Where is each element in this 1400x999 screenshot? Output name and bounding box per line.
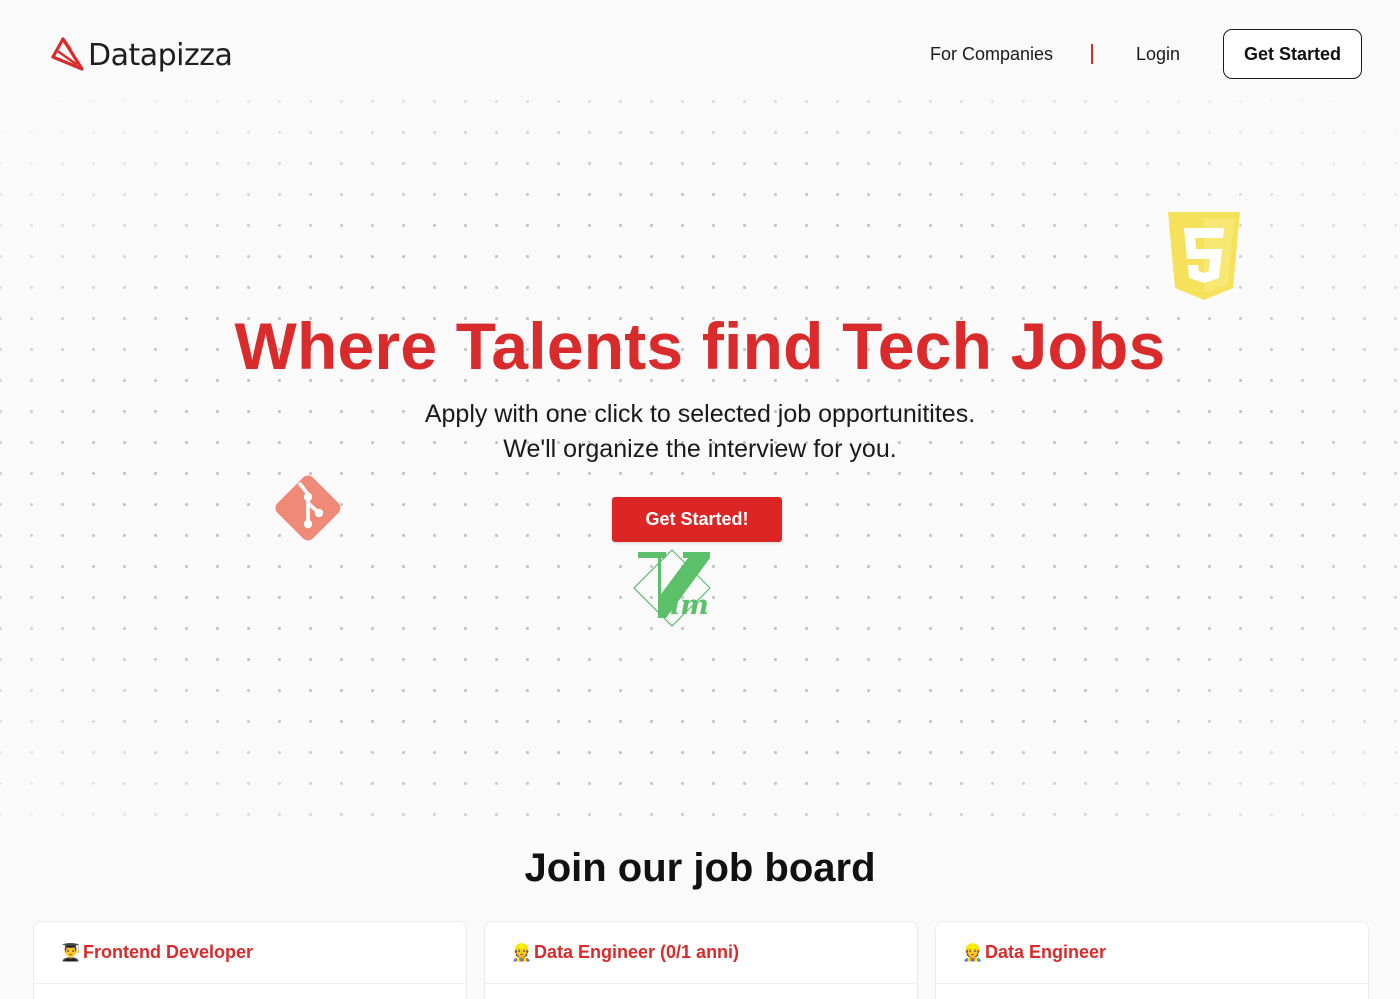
job-card-header: 👨‍🎓 Frontend Developer xyxy=(34,922,466,984)
job-title: Data Engineer (0/1 anni) xyxy=(534,942,740,962)
nav-divider xyxy=(1091,44,1093,64)
hero-title: Where Talents find Tech Jobs xyxy=(234,309,1166,383)
job-card-data-engineer-junior[interactable]: 👷 Data Engineer (0/1 anni) xyxy=(484,921,918,999)
brand-logo[interactable]: Datapizza xyxy=(50,35,233,75)
pizza-slice-logo-icon xyxy=(51,37,84,71)
construction-worker-emoji-icon: 👷 xyxy=(511,942,533,962)
brand-name: Datapizza xyxy=(88,37,233,73)
hero-subtitle-line-2: We'll organize the interview for you. xyxy=(503,435,897,463)
job-card-header: 👷 Data Engineer (0/1 anni) xyxy=(485,922,917,984)
hero-get-started-button[interactable]: Get Started! xyxy=(612,497,782,542)
vim-icon: im xyxy=(633,549,711,627)
job-card-header: 👷 Data Engineer xyxy=(936,922,1368,984)
nav-login-link[interactable]: Login xyxy=(1136,44,1180,65)
job-board-title: Join our job board xyxy=(524,846,876,890)
nav-for-companies-link[interactable]: For Companies xyxy=(930,44,1053,65)
hero-subtitle: Apply with one click to selected job opp… xyxy=(0,397,1400,467)
git-icon xyxy=(275,475,341,541)
job-card-data-engineer[interactable]: 👷 Data Engineer xyxy=(935,921,1369,999)
svg-text:im: im xyxy=(670,590,709,621)
job-title: Data Engineer xyxy=(985,942,1107,962)
job-card-frontend-developer[interactable]: 👨‍🎓 Frontend Developer xyxy=(33,921,467,999)
graduate-emoji-icon: 👨‍🎓 xyxy=(60,942,82,962)
header-get-started-button[interactable]: Get Started xyxy=(1223,29,1362,79)
hero-subtitle-line-1: Apply with one click to selected job opp… xyxy=(424,400,976,428)
construction-worker-emoji-icon: 👷 xyxy=(962,942,984,962)
site-header: Datapizza For Companies Login Get Starte… xyxy=(0,0,1400,108)
html5-icon xyxy=(1168,212,1240,300)
job-title: Frontend Developer xyxy=(83,942,254,962)
